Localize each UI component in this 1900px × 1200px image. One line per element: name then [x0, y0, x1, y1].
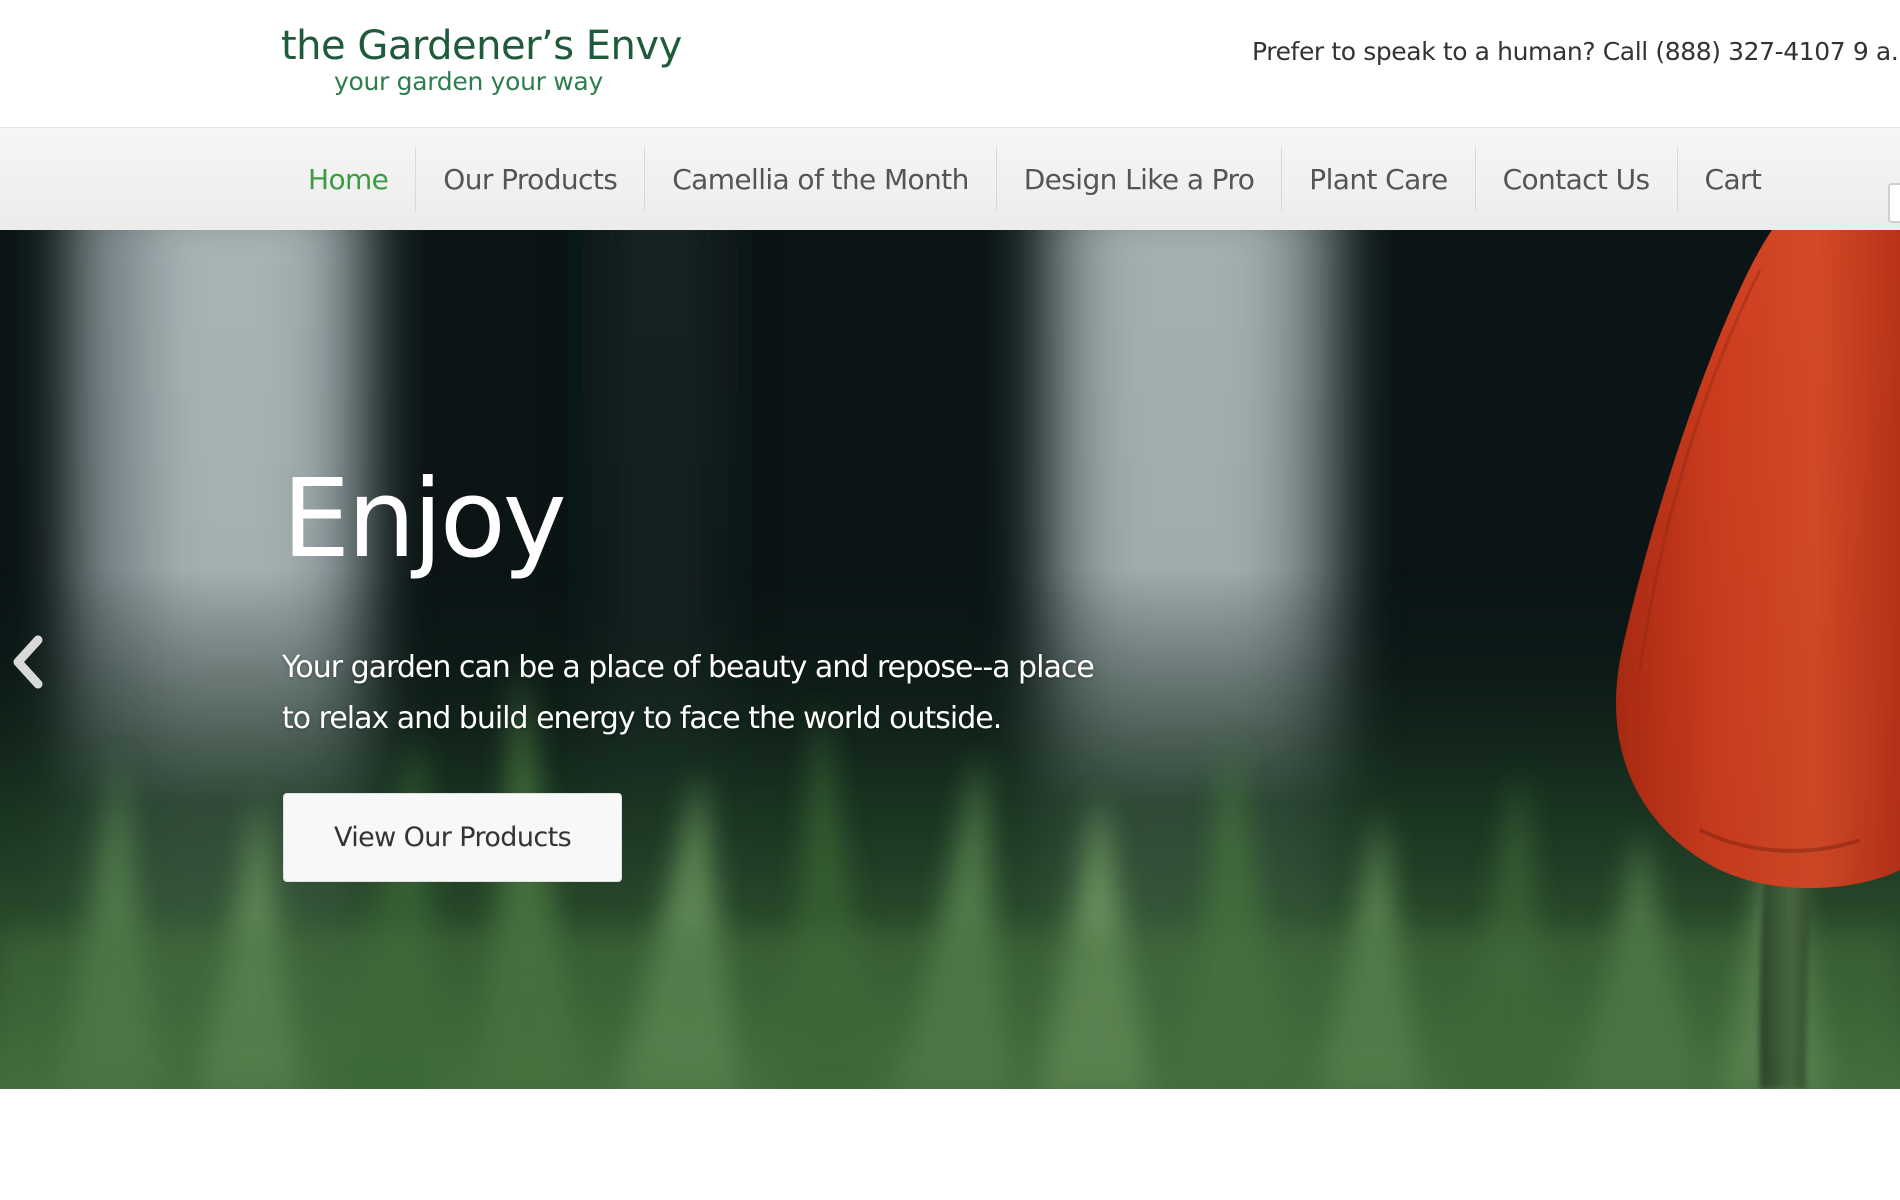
nav-item-camellia-of-the-month[interactable]: Camellia of the Month [644, 147, 996, 211]
phone-contact-text: Prefer to speak to a human? Call (888) 3… [1252, 37, 1900, 66]
logo-title: the Gardener’s Envy [281, 23, 682, 69]
view-our-products-button[interactable]: View Our Products [283, 793, 622, 882]
hero-title: Enjoy [282, 457, 567, 582]
nav-item-cart[interactable]: Cart [1676, 147, 1789, 211]
chevron-left-icon [13, 635, 43, 689]
site-logo[interactable]: the Gardener’s Envy your garden your way [281, 22, 682, 102]
logo-tagline: your garden your way [334, 67, 603, 96]
nav-item-plant-care[interactable]: Plant Care [1281, 147, 1474, 211]
hero-description: Your garden can be a place of beauty and… [282, 650, 1095, 736]
carousel-prev-button[interactable] [4, 630, 52, 694]
page-body-start [0, 1089, 1900, 1200]
edge-tab-widget[interactable] [1888, 183, 1900, 223]
main-nav: Home Our Products Camellia of the Month … [0, 128, 1900, 231]
hero-carousel: Enjoy Your garden can be a place of beau… [0, 230, 1900, 1089]
nav-item-contact-us[interactable]: Contact Us [1474, 147, 1677, 211]
site-header: the Gardener’s Envy your garden your way… [0, 0, 1900, 128]
nav-item-our-products[interactable]: Our Products [415, 147, 644, 211]
nav-item-home[interactable]: Home [281, 147, 415, 211]
nav-item-design-like-a-pro[interactable]: Design Like a Pro [995, 147, 1282, 211]
nav-list: Home Our Products Camellia of the Month … [281, 128, 1788, 230]
